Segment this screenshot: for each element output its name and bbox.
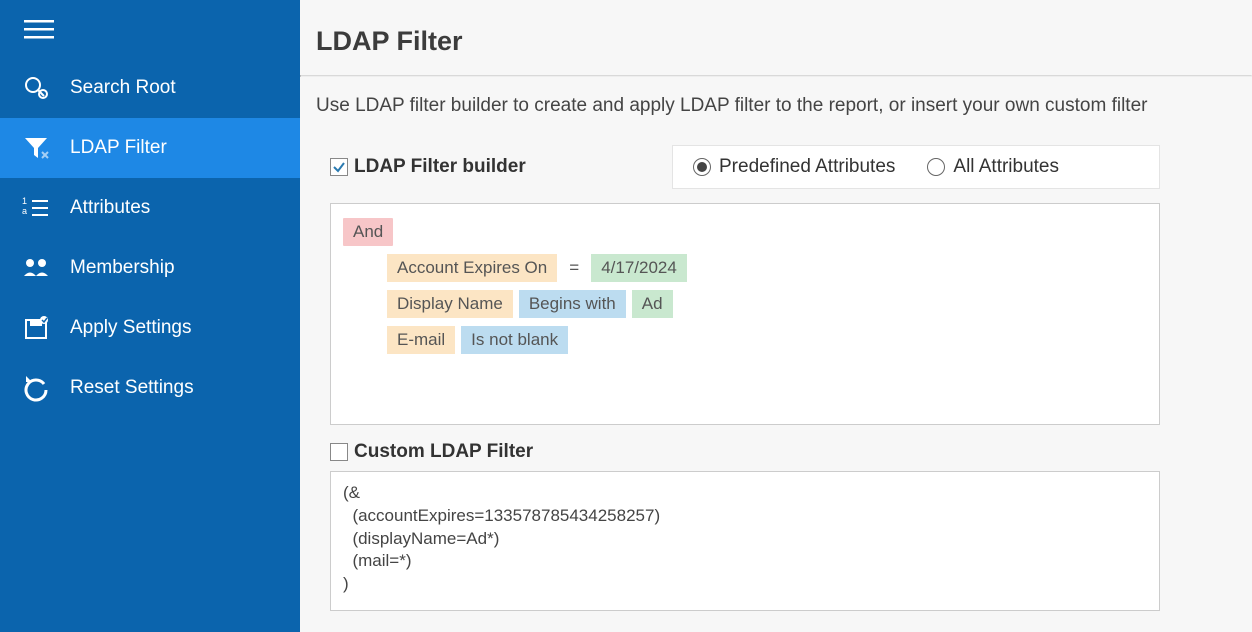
- radio-predefined-input[interactable]: [693, 158, 711, 176]
- radio-all[interactable]: All Attributes: [927, 156, 1059, 178]
- filter-rule: E-mailIs not blank: [387, 326, 1147, 354]
- sidebar-item-label: Apply Settings: [70, 317, 191, 339]
- filter-icon: [20, 132, 52, 164]
- attributes-icon: 1a: [20, 192, 52, 224]
- hamburger-menu[interactable]: [0, 0, 300, 58]
- membership-icon: [20, 252, 52, 284]
- rule-operator[interactable]: Is not blank: [461, 326, 568, 354]
- rule-operator[interactable]: =: [563, 254, 585, 282]
- sidebar-item-ldap-filter[interactable]: LDAP Filter: [0, 118, 300, 178]
- radio-predefined[interactable]: Predefined Attributes: [693, 156, 895, 178]
- radio-all-label: All Attributes: [953, 156, 1059, 178]
- svg-text:1: 1: [22, 196, 27, 206]
- rule-attribute[interactable]: Account Expires On: [387, 254, 557, 282]
- check-icon: [332, 160, 346, 174]
- sidebar: Search Root LDAP Filter 1a Attributes Me…: [0, 0, 300, 632]
- rule-value[interactable]: Ad: [632, 290, 673, 318]
- rule-operator[interactable]: Begins with: [519, 290, 626, 318]
- ldap-builder-section: LDAP Filter builder Predefined Attribute…: [300, 145, 1252, 611]
- sidebar-item-label: Reset Settings: [70, 377, 194, 399]
- sidebar-item-label: Membership: [70, 257, 175, 279]
- builder-checkbox-label: LDAP Filter builder: [354, 156, 526, 178]
- custom-checkbox-label: Custom LDAP Filter: [354, 441, 533, 463]
- sidebar-item-attributes[interactable]: 1a Attributes: [0, 178, 300, 238]
- sidebar-item-reset-settings[interactable]: Reset Settings: [0, 358, 300, 418]
- page-title: LDAP Filter: [300, 0, 1252, 75]
- radio-predefined-label: Predefined Attributes: [719, 156, 895, 178]
- filter-builder-area: And Account Expires On=4/17/2024 Display …: [330, 203, 1160, 425]
- custom-filter-text[interactable]: (& (accountExpires=133578785434258257) (…: [330, 471, 1160, 611]
- attribute-radio-group: Predefined Attributes All Attributes: [672, 145, 1160, 189]
- logic-operator[interactable]: And: [343, 218, 393, 246]
- apply-settings-icon: [20, 312, 52, 344]
- sidebar-item-label: Attributes: [70, 197, 150, 219]
- search-root-icon: [20, 72, 52, 104]
- main-content: LDAP Filter Use LDAP filter builder to c…: [300, 0, 1252, 632]
- sidebar-item-apply-settings[interactable]: Apply Settings: [0, 298, 300, 358]
- hamburger-icon: [24, 20, 54, 40]
- sidebar-item-label: LDAP Filter: [70, 137, 167, 159]
- rule-attribute[interactable]: E-mail: [387, 326, 455, 354]
- custom-checkbox[interactable]: [330, 443, 348, 461]
- custom-filter-header[interactable]: Custom LDAP Filter: [330, 441, 1236, 463]
- rule-attribute[interactable]: Display Name: [387, 290, 513, 318]
- filter-rule: Display NameBegins withAd: [387, 290, 1147, 318]
- radio-all-input[interactable]: [927, 158, 945, 176]
- sidebar-item-label: Search Root: [70, 77, 176, 99]
- sidebar-item-membership[interactable]: Membership: [0, 238, 300, 298]
- reset-icon: [20, 372, 52, 404]
- page-subtitle: Use LDAP filter builder to create and ap…: [300, 77, 1252, 145]
- sidebar-item-search-root[interactable]: Search Root: [0, 58, 300, 118]
- builder-checkbox[interactable]: [330, 158, 348, 176]
- svg-text:a: a: [22, 206, 27, 216]
- rule-value[interactable]: 4/17/2024: [591, 254, 687, 282]
- builder-checkbox-wrap[interactable]: LDAP Filter builder: [330, 156, 672, 178]
- filter-rule: Account Expires On=4/17/2024: [387, 254, 1147, 282]
